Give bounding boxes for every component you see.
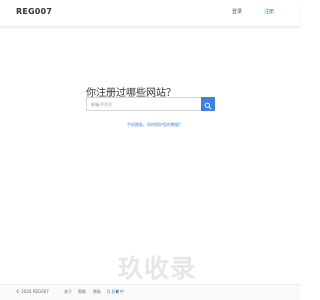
search-form: [86, 97, 215, 111]
search-button[interactable]: [201, 97, 215, 111]
page: REG007 登录 注册 你注册过哪些网站？ 手机隐私，如何保护您的数据？ 玖收…: [0, 0, 300, 300]
footer-help-link[interactable]: 帮助: [78, 289, 86, 295]
search-input[interactable]: [86, 97, 201, 111]
privacy-help-link[interactable]: 手机隐私，如何保护您的数据？: [127, 122, 183, 128]
watermark-text: 玖收录: [118, 254, 197, 283]
footer: © 2024 REG007 关于 帮助 隐私 Q 反馈 ♦ 中: [0, 284, 300, 300]
footer-about-link[interactable]: 关于: [64, 289, 72, 295]
top-navbar: REG007 登录 注册: [0, 0, 300, 27]
login-link[interactable]: 登录: [232, 8, 242, 15]
register-link[interactable]: 注册: [264, 8, 274, 15]
brand-logo[interactable]: REG007: [16, 7, 52, 16]
search-icon: [204, 102, 212, 109]
footer-privacy-link[interactable]: 隐私: [93, 289, 101, 295]
footer-language-link[interactable]: ♦ 中: [115, 289, 124, 295]
copyright-text: © 2024 REG007: [16, 289, 49, 294]
